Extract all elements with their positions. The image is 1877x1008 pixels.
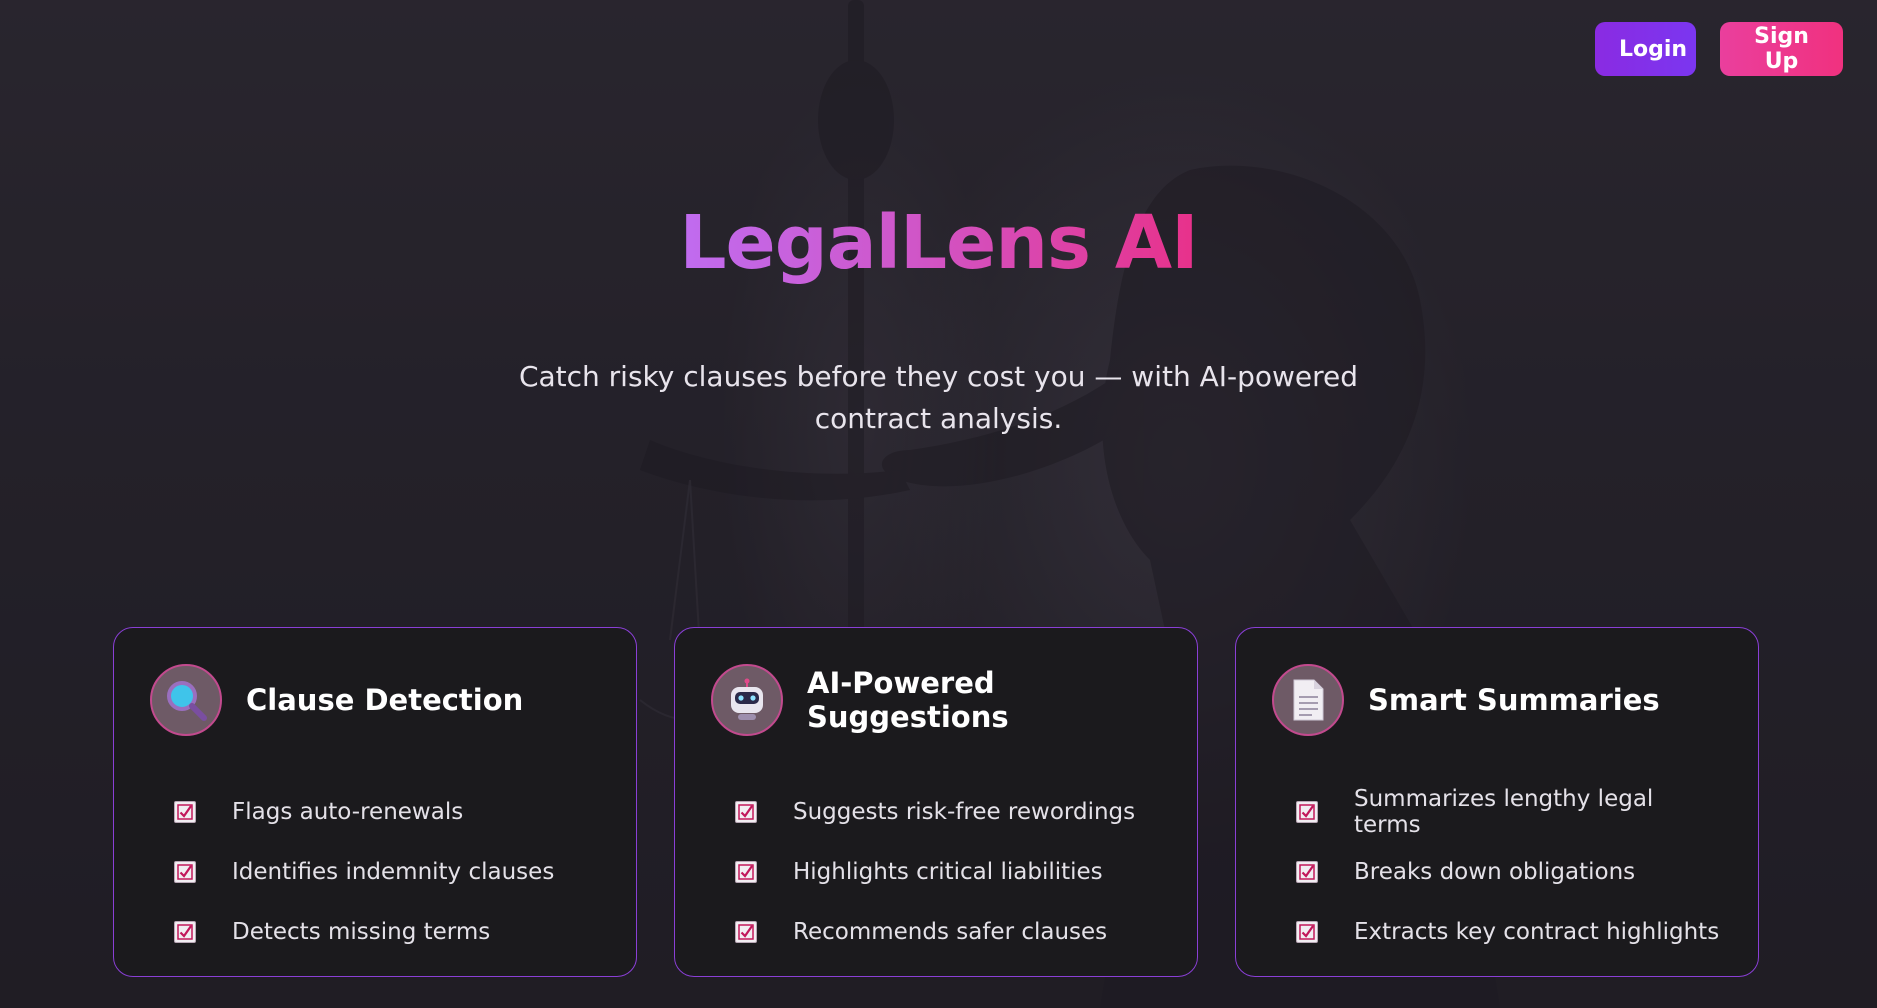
list-item: Highlights critical liabilities	[735, 842, 1161, 902]
card-header: AI-Powered Suggestions	[711, 664, 1161, 736]
list-item: Extracts key contract highlights	[1296, 902, 1722, 962]
hero-section: LegalLens AI Catch risky clauses before …	[0, 200, 1877, 440]
list-item-text: Recommends safer clauses	[793, 919, 1108, 945]
list-item-text: Suggests risk-free rewordings	[793, 799, 1136, 825]
list-item: Breaks down obligations	[1296, 842, 1722, 902]
feature-card-clause-detection: Clause Detection Flags auto-renewals Ide…	[113, 627, 637, 977]
list-item: Recommends safer clauses	[735, 902, 1161, 962]
list-item: Suggests risk-free rewordings	[735, 782, 1161, 842]
card-feature-list: Summarizes lengthy legal terms Breaks do…	[1272, 782, 1722, 962]
card-header: Smart Summaries	[1272, 664, 1722, 736]
list-item-text: Summarizes lengthy legal terms	[1354, 786, 1654, 838]
document-icon	[1272, 664, 1344, 736]
list-item-text: Identifies indemnity clauses	[232, 859, 555, 885]
list-item-text: Breaks down obligations	[1354, 859, 1636, 885]
card-title: Smart Summaries	[1368, 683, 1660, 717]
list-item: Detects missing terms	[174, 902, 600, 962]
robot-icon	[711, 664, 783, 736]
checkbox-icon	[735, 861, 757, 883]
login-button[interactable]: Login	[1595, 22, 1696, 76]
card-feature-list: Suggests risk-free rewordings Highlights…	[711, 782, 1161, 962]
signup-button[interactable]: Sign Up	[1720, 22, 1843, 76]
header-actions: Login Sign Up	[1595, 22, 1843, 76]
checkbox-icon	[1296, 801, 1318, 823]
hero-title: LegalLens AI	[679, 200, 1198, 286]
checkbox-icon	[174, 921, 196, 943]
feature-card-ai-suggestions: AI-Powered Suggestions Suggests risk-fre…	[674, 627, 1198, 977]
card-title: Clause Detection	[246, 683, 524, 717]
card-feature-list: Flags auto-renewals Identifies indemnity…	[150, 782, 600, 962]
checkbox-icon	[1296, 921, 1318, 943]
features-section: Clause Detection Flags auto-renewals Ide…	[113, 627, 1759, 977]
hero-subtitle: Catch risky clauses before they cost you…	[518, 360, 1359, 435]
checkbox-icon	[174, 861, 196, 883]
list-item: Summarizes lengthy legal terms	[1296, 782, 1722, 842]
card-title: AI-Powered Suggestions	[807, 666, 1009, 734]
magnifying-glass-icon	[150, 664, 222, 736]
checkbox-icon	[735, 801, 757, 823]
card-header: Clause Detection	[150, 664, 600, 736]
list-item-text: Flags auto-renewals	[232, 799, 464, 825]
checkbox-icon	[735, 921, 757, 943]
list-item: Flags auto-renewals	[174, 782, 600, 842]
list-item-text: Detects missing terms	[232, 919, 491, 945]
list-item-text: Extracts key contract highlights	[1354, 919, 1720, 945]
checkbox-icon	[1296, 861, 1318, 883]
list-item-text: Highlights critical liabilities	[793, 859, 1103, 885]
checkbox-icon	[174, 801, 196, 823]
feature-card-smart-summaries: Smart Summaries Summarizes lengthy legal…	[1235, 627, 1759, 977]
list-item: Identifies indemnity clauses	[174, 842, 600, 902]
